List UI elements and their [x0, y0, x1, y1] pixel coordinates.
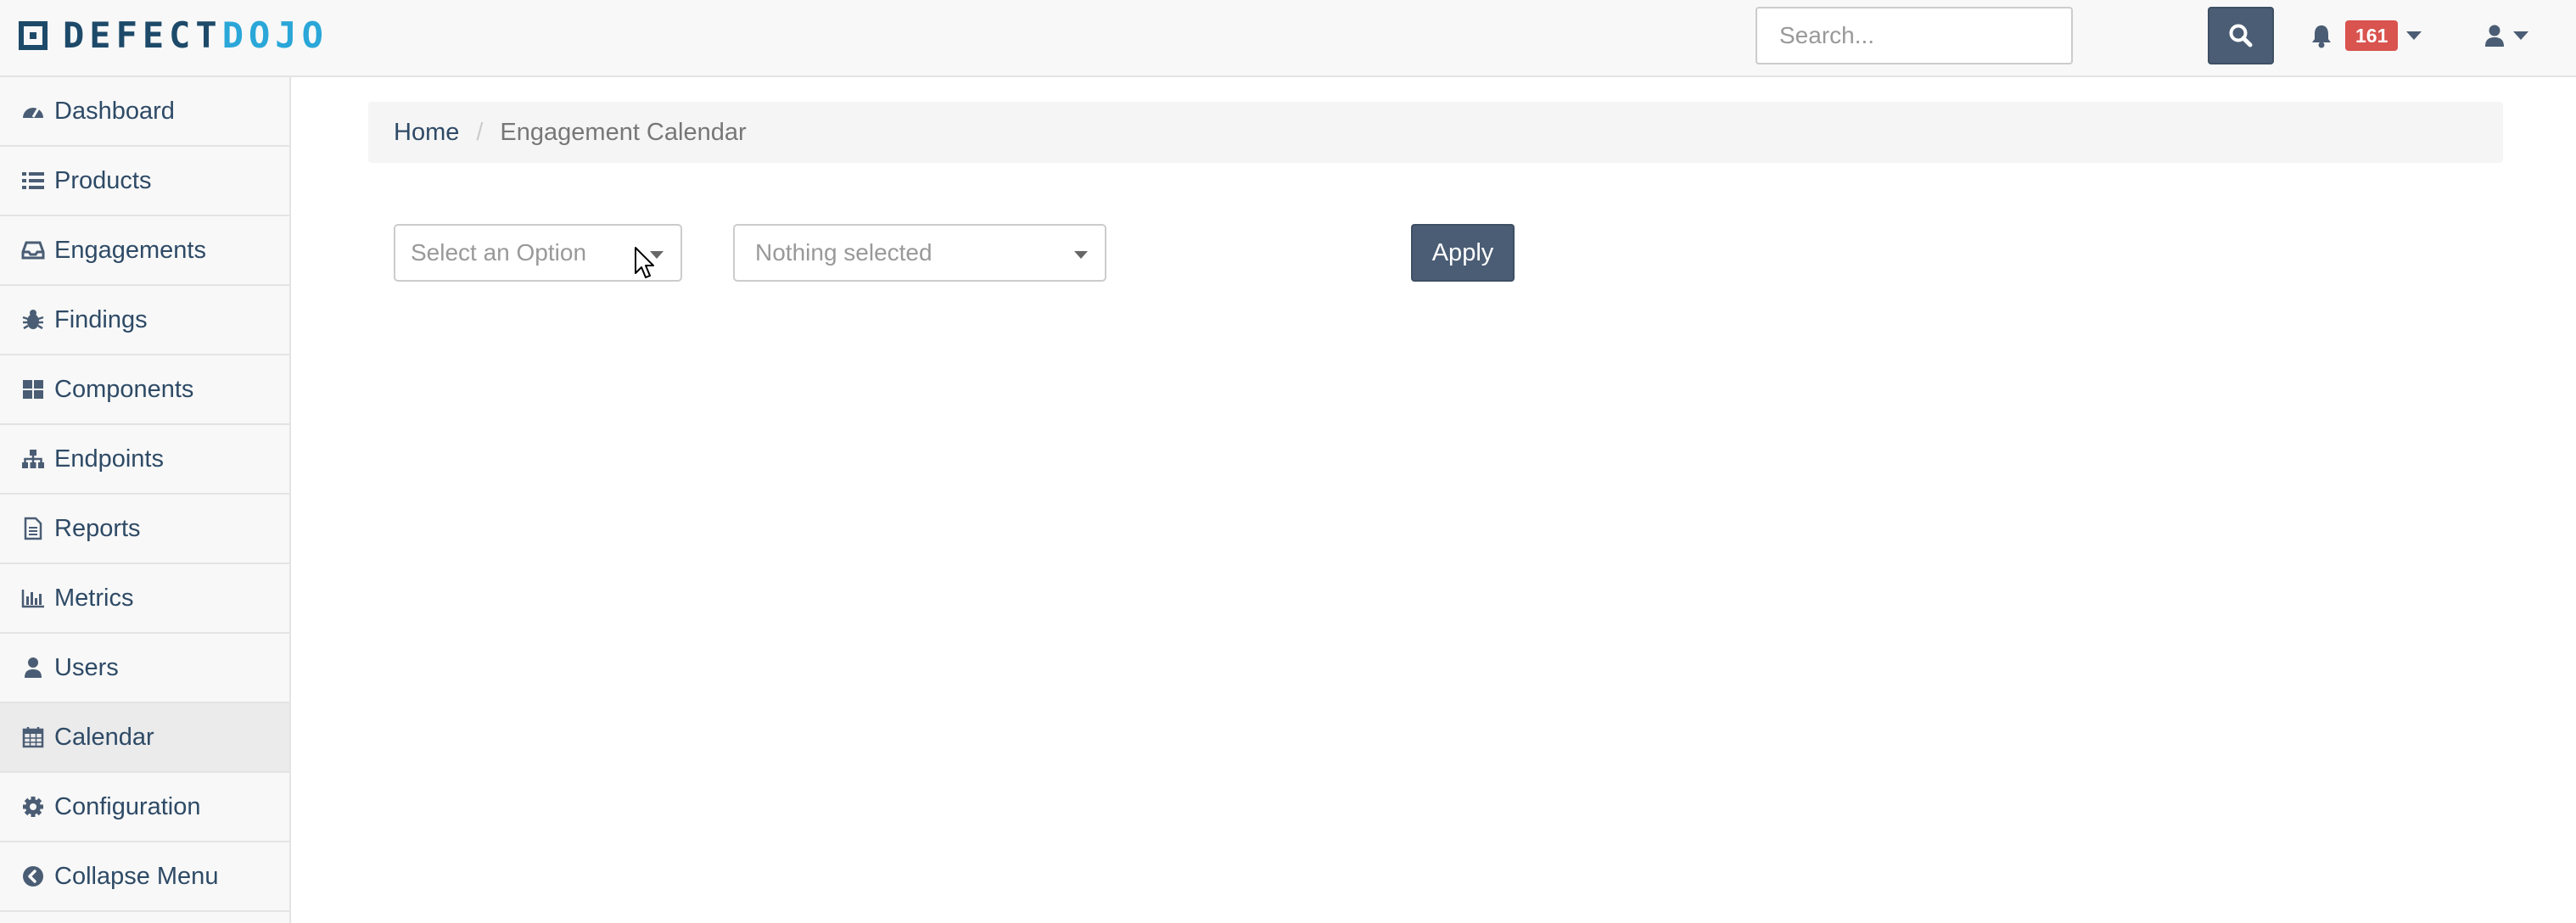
top-navbar: DEFECTDOJO 161 [0, 0, 2576, 77]
sidebar-item-engagements[interactable]: Engagements [0, 216, 289, 286]
sidebar-item-label: Components [54, 375, 194, 403]
tachometer-icon [20, 98, 46, 124]
sidebar-item-label: Calendar [54, 723, 154, 751]
search-input[interactable] [1756, 7, 2073, 64]
calendar-icon [20, 724, 46, 750]
sidebar-item-label: Users [54, 653, 119, 681]
sidebar-item-reports[interactable]: Reports [0, 495, 289, 564]
bell-icon [2312, 25, 2331, 48]
bug-icon [20, 307, 46, 333]
multi-select-placeholder: Nothing selected [755, 239, 932, 266]
sidebar-item-products[interactable]: Products [0, 147, 289, 216]
sidebar-item-dashboard[interactable]: Dashboard [0, 77, 289, 147]
breadcrumb-separator: / [476, 118, 484, 146]
sidebar-item-components[interactable]: Components [0, 355, 289, 425]
file-icon [20, 516, 46, 541]
sidebar-item-users[interactable]: Users [0, 634, 289, 703]
user-menu-dropdown[interactable] [2484, 19, 2528, 53]
sidebar-item-label: Findings [54, 305, 148, 333]
sidebar-item-label: Dashboard [54, 97, 175, 125]
logo-mark-icon [19, 21, 48, 50]
sidebar-item-label: Metrics [54, 584, 134, 612]
defectdojo-logo[interactable]: DEFECTDOJO [19, 18, 328, 53]
logo-text-defect: DEFECT [63, 14, 222, 56]
mouse-cursor-icon [635, 247, 654, 278]
search-button[interactable] [2208, 7, 2274, 64]
inbox-icon [20, 238, 46, 263]
bar-chart-icon [20, 585, 46, 611]
grid-icon [20, 377, 46, 402]
sidebar-item-findings[interactable]: Findings [0, 286, 289, 355]
sidebar-item-label: Endpoints [54, 445, 164, 473]
breadcrumb-home-link[interactable]: Home [394, 119, 459, 147]
notifications-dropdown[interactable]: 161 [2310, 17, 2422, 54]
sidebar-item-collapse-menu[interactable]: Collapse Menu [0, 842, 289, 912]
sidebar-item-endpoints[interactable]: Endpoints [0, 425, 289, 495]
apply-button[interactable]: Apply [1411, 224, 1515, 282]
sitemap-icon [20, 446, 46, 472]
chevron-down-icon [1074, 251, 1088, 259]
chevron-down-icon [2406, 31, 2422, 40]
notification-count-badge: 161 [2345, 20, 2399, 51]
sidebar-item-configuration[interactable]: Configuration [0, 773, 289, 842]
gear-icon [20, 794, 46, 820]
sidebar-item-label: Products [54, 166, 152, 194]
user-icon [20, 655, 46, 680]
sidebar-item-label: Configuration [54, 792, 201, 820]
list-icon [20, 168, 46, 193]
chevron-down-icon [2513, 31, 2528, 40]
breadcrumb-current: Engagement Calendar [500, 118, 747, 146]
user-icon [2485, 25, 2504, 47]
sidebar-item-label: Engagements [54, 236, 206, 264]
breadcrumb: Home / Engagement Calendar [368, 102, 2503, 163]
search-icon [2229, 24, 2253, 48]
logo-text-dojo: DOJO [221, 14, 328, 56]
sidebar: Dashboard Products Engagements Findings … [0, 77, 291, 923]
arrow-circle-left-icon [20, 864, 46, 889]
sidebar-item-label: Reports [54, 514, 141, 542]
sidebar-item-metrics[interactable]: Metrics [0, 564, 289, 634]
sidebar-item-calendar[interactable]: Calendar [0, 703, 289, 773]
multi-select[interactable]: Nothing selected [733, 224, 1106, 282]
option-select-placeholder: Select an Option [411, 239, 587, 266]
sidebar-item-label: Collapse Menu [54, 862, 219, 890]
